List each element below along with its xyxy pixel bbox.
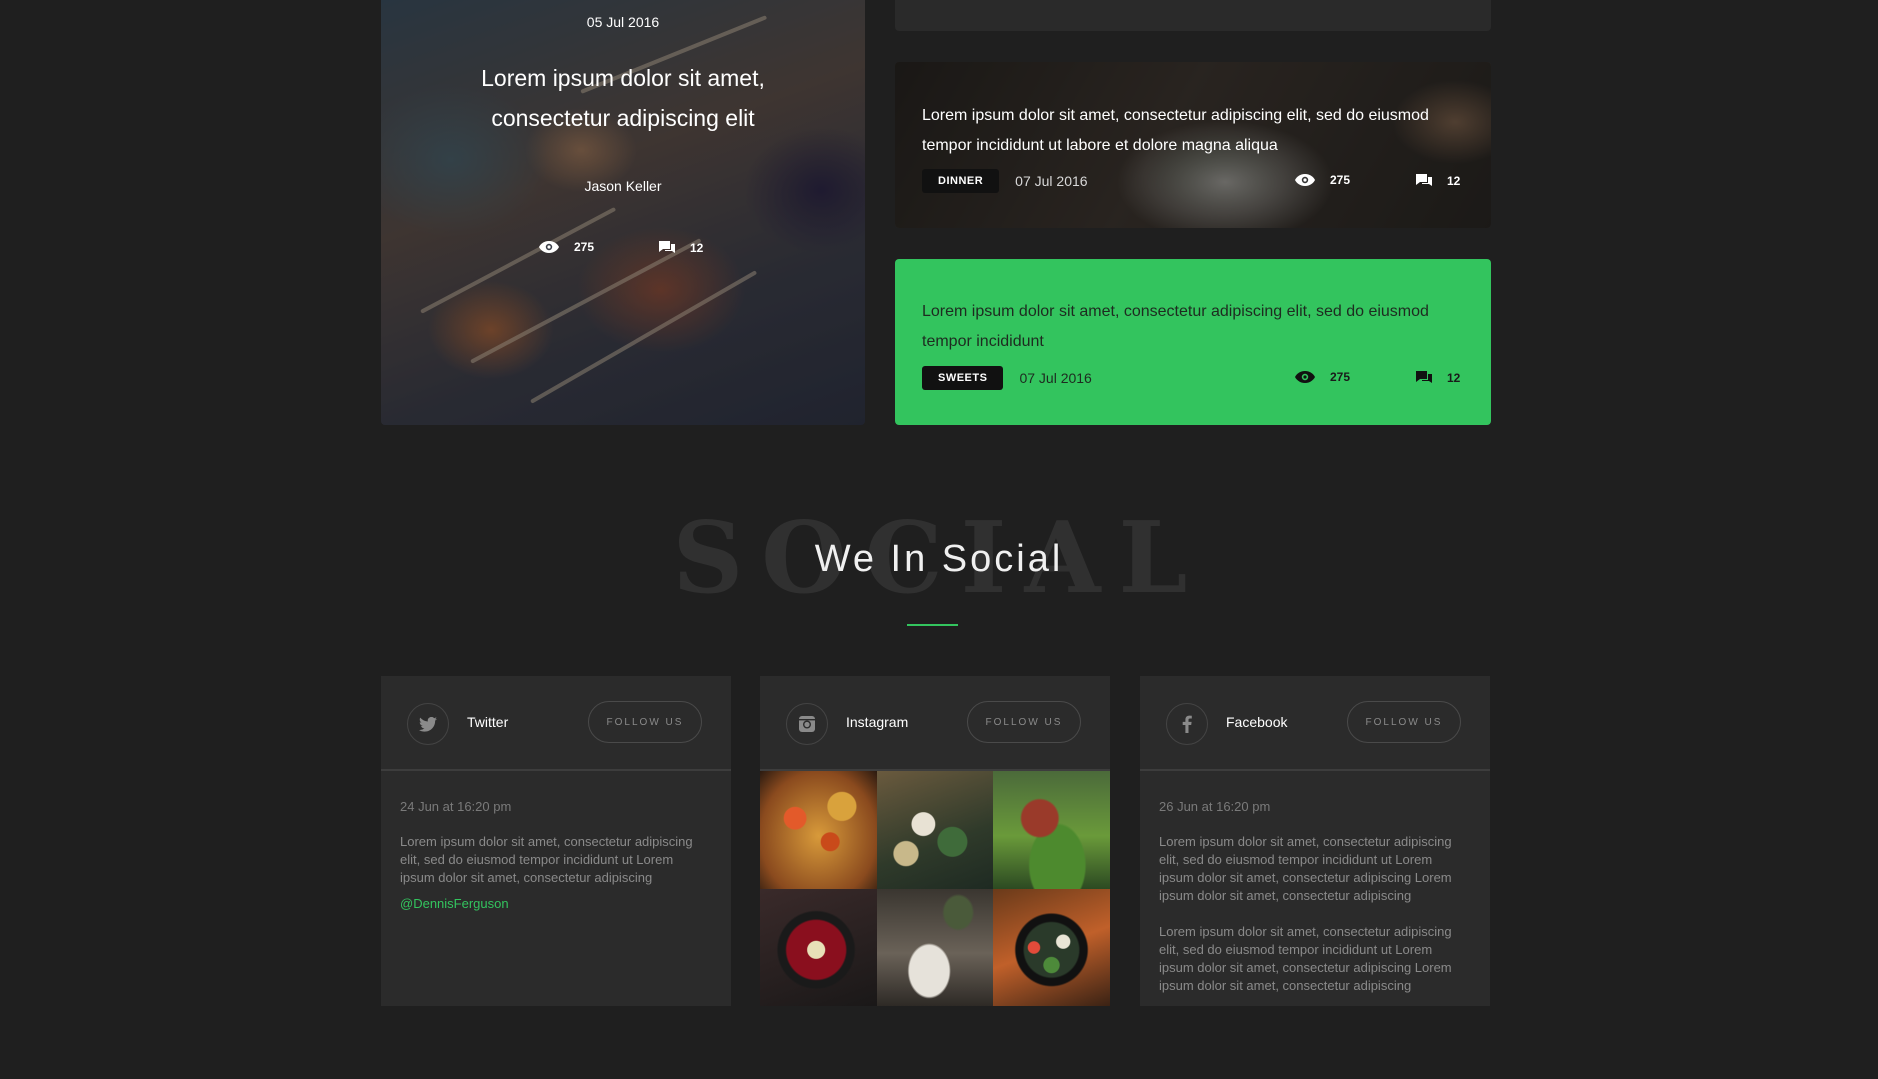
post-author[interactable]: Jason Keller [381,178,865,194]
food-photo-4[interactable] [760,888,877,1006]
food-photo-2[interactable] [876,771,994,889]
network-name: Instagram [846,714,909,730]
comments-count: 12 [658,240,703,256]
comment-icon [659,241,675,253]
food-photo-5[interactable] [876,888,994,1006]
food-photo-3[interactable] [993,771,1110,889]
views-count: 275 [1294,173,1350,187]
eye-icon [539,241,559,253]
eye-icon [1295,371,1315,383]
food-photo-6[interactable] [993,888,1110,1006]
photo-grid [760,771,1110,1006]
views-value: 275 [574,240,595,254]
post-time: 26 Jun at 16:20 pm [1159,799,1271,814]
comments-count: 12 [1415,370,1460,386]
post-time: 24 Jun at 16:20 pm [400,799,512,814]
previous-post-card[interactable] [895,0,1491,31]
featured-post-card[interactable]: 05 Jul 2016 Lorem ipsum dolor sit amet, … [381,0,865,425]
comments-value: 12 [690,241,704,255]
card-header: Twitter FOLLOW US [381,676,731,771]
facebook-icon[interactable] [1166,703,1208,745]
card-header: Instagram FOLLOW US [760,676,1110,771]
follow-button[interactable]: FOLLOW US [1347,701,1461,743]
user-handle-link[interactable]: @DennisFerguson [400,896,509,911]
instagram-icon[interactable] [786,703,828,745]
facebook-card: Facebook FOLLOW US 26 Jun at 16:20 pm Lo… [1140,676,1490,1006]
section-title: We In Social [814,538,1064,580]
post-text-2: Lorem ipsum dolor sit amet, consectetur … [1159,924,1452,993]
comments-value: 12 [1447,174,1461,188]
card-header: Facebook FOLLOW US [1140,676,1490,771]
post-date: 05 Jul 2016 [586,14,660,30]
instagram-card: Instagram FOLLOW US [760,676,1110,1006]
twitter-card: Twitter FOLLOW US 24 Jun at 16:20 pm Lor… [381,676,731,1006]
eye-icon [1295,174,1315,186]
comments-count: 12 [1415,173,1460,189]
network-name: Twitter [467,714,509,730]
dinner-post-card[interactable]: Lorem ipsum dolor sit amet, consectetur … [895,62,1491,228]
food-photo-1[interactable] [760,771,877,889]
sweets-post-card[interactable]: Lorem ipsum dolor sit amet, consectetur … [895,259,1491,425]
follow-button[interactable]: FOLLOW US [967,701,1081,743]
post-title[interactable]: Lorem ipsum dolor sit amet, consectetur … [421,58,825,138]
comments-value: 12 [1447,371,1461,385]
category-tag[interactable]: SWEETS [922,366,1004,390]
post-excerpt[interactable]: Lorem ipsum dolor sit amet, consectetur … [922,101,1467,161]
comment-icon [1416,371,1432,383]
views-value: 275 [1330,173,1351,187]
views-count: 275 [538,240,594,254]
post-text: Lorem ipsum dolor sit amet, consectetur … [1159,834,1452,903]
post-excerpt[interactable]: Lorem ipsum dolor sit amet, consectetur … [922,297,1467,357]
post-text: Lorem ipsum dolor sit amet, consectetur … [400,834,693,885]
twitter-icon[interactable] [407,703,449,745]
follow-button[interactable]: FOLLOW US [588,701,702,743]
comment-icon [1416,174,1432,186]
post-date: 07 Jul 2016 [1019,370,1092,386]
network-name: Facebook [1226,714,1288,730]
title-underline [907,624,958,626]
views-value: 275 [1330,370,1351,384]
category-tag[interactable]: DINNER [922,169,1000,193]
views-count: 275 [1294,370,1350,384]
post-date: 07 Jul 2016 [1015,173,1088,189]
